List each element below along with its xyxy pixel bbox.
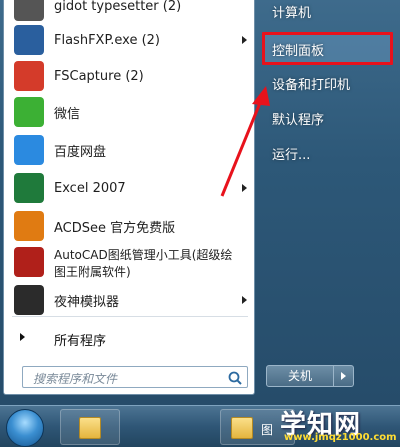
nox-icon — [14, 285, 44, 315]
taskbar-folder-button[interactable] — [60, 409, 120, 445]
program-label: FlashFXP.exe (2) — [54, 32, 161, 48]
excel-icon — [14, 173, 44, 203]
expand-arrow-icon — [20, 333, 25, 341]
program-item[interactable]: 百度网盘 — [4, 132, 254, 168]
right-item-devices-printers[interactable]: 设备和打印机 — [272, 74, 350, 93]
chevron-right-icon — [341, 372, 346, 380]
search-icon[interactable] — [227, 370, 243, 386]
all-programs-button[interactable]: 所有程序 — [4, 322, 254, 352]
right-item-computer[interactable]: 计算机 — [272, 2, 311, 21]
folder-icon — [231, 417, 253, 439]
submenu-arrow-icon[interactable] — [242, 296, 247, 304]
program-item[interactable]: 图王附属软件) AutoCAD图纸管理小工具(超级绘 — [4, 244, 254, 280]
gidot-icon — [14, 0, 44, 21]
watermark-url: www.jmqz1000.com — [284, 432, 397, 443]
right-item-control-panel[interactable]: 控制面板 — [272, 40, 324, 59]
autocad-tool-icon — [14, 247, 44, 277]
shutdown-button[interactable]: 关机 — [266, 365, 334, 387]
program-label: gidot typesetter (2) — [54, 0, 182, 14]
program-item[interactable]: ACDSee 官方免费版 — [4, 208, 254, 244]
acdsee-icon — [14, 211, 44, 241]
search-placeholder: 搜索程序和文件 — [33, 372, 118, 386]
program-label-line2: 图王附属软件) — [54, 265, 131, 279]
program-item[interactable]: gidot typesetter (2) — [4, 0, 254, 24]
fscapture-icon — [14, 61, 44, 91]
program-label: 百度网盘 — [54, 144, 107, 160]
submenu-arrow-icon[interactable] — [242, 184, 247, 192]
program-label: ACDSee 官方免费版 — [54, 220, 176, 236]
submenu-arrow-icon[interactable] — [242, 36, 247, 44]
start-menu-programs-pane: gidot typesetter (2) FlashFXP.exe (2) FSCa… — [3, 0, 255, 395]
program-item[interactable]: Excel 2007 — [4, 170, 254, 206]
wechat-icon — [14, 97, 44, 127]
program-label: 夜神模拟器 — [54, 294, 120, 310]
taskbar-item-label: 图 — [261, 423, 274, 437]
program-item[interactable]: 微信 — [4, 94, 254, 130]
program-label: 微信 — [54, 106, 81, 122]
folder-icon — [79, 417, 101, 439]
all-programs-label: 所有程序 — [54, 334, 107, 349]
baidu-netdisk-icon — [14, 135, 44, 165]
program-item[interactable]: 夜神模拟器 — [4, 282, 254, 318]
programs-separator — [12, 316, 248, 317]
shutdown-options-button[interactable] — [334, 365, 354, 387]
program-item[interactable]: FSCapture (2) — [4, 58, 254, 94]
program-label: Excel 2007 — [54, 180, 126, 196]
program-label: AutoCAD图纸管理小工具(超级绘 — [54, 248, 233, 262]
program-label: FSCapture (2) — [54, 68, 144, 84]
flashfxp-icon — [14, 25, 44, 55]
right-item-run[interactable]: 运行... — [272, 144, 310, 163]
start-orb-icon[interactable] — [6, 409, 44, 447]
right-item-default-programs[interactable]: 默认程序 — [272, 109, 324, 128]
search-input[interactable]: 搜索程序和文件 — [22, 366, 248, 388]
program-item[interactable]: FlashFXP.exe (2) — [4, 22, 254, 58]
